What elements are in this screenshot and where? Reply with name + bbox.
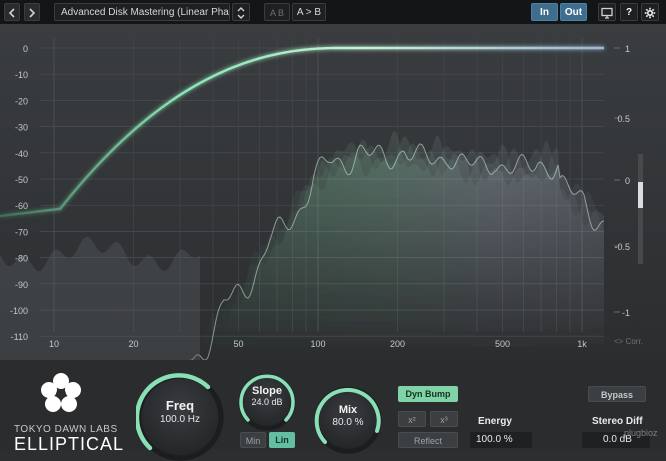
redo-button[interactable] xyxy=(24,3,40,21)
db-tick-label: -100 xyxy=(10,306,28,316)
corr-tick-label: 0.5 xyxy=(617,114,630,124)
chevron-updown-icon xyxy=(237,7,245,19)
corr-meter xyxy=(638,154,643,264)
corr-meter-level xyxy=(638,182,643,208)
energy-label: Energy xyxy=(478,416,512,427)
flower-logo-icon xyxy=(41,373,81,412)
db-tick-label: -50 xyxy=(15,175,28,185)
mix-knob[interactable]: Mix 80.0 % xyxy=(314,386,382,454)
help-button[interactable]: ? xyxy=(620,3,638,21)
db-tick-label: -110 xyxy=(11,332,28,342)
freq-tick-label: 50 xyxy=(234,339,244,349)
db-tick-label: -70 xyxy=(15,227,28,237)
min-phase-button[interactable]: Min xyxy=(240,432,266,448)
preset-selector[interactable]: Advanced Disk Mastering (Linear Phase) xyxy=(54,3,230,21)
freq-tick-label: 200 xyxy=(390,339,405,349)
db-tick-label: -90 xyxy=(15,280,28,290)
in-button[interactable]: In xyxy=(531,3,558,21)
freq-tick-label: 20 xyxy=(128,339,138,349)
corr-label: <> Corr. xyxy=(614,337,643,346)
db-tick-label: -20 xyxy=(15,96,28,106)
preset-stepper[interactable] xyxy=(232,3,250,21)
out-button[interactable]: Out xyxy=(560,3,587,21)
db-tick-label: 0 xyxy=(23,44,28,54)
toolbar: Advanced Disk Mastering (Linear Phase) A… xyxy=(0,0,666,24)
freq-knob[interactable]: Freq 100.0 Hz xyxy=(136,373,224,461)
freq-tick-label: 100 xyxy=(310,339,325,349)
ab-toggle-button[interactable]: A B xyxy=(264,3,290,21)
product-name: ELLIPTICAL xyxy=(14,434,125,454)
reflect-button[interactable]: Reflect xyxy=(398,432,458,448)
x2-button[interactable]: x² xyxy=(398,411,426,427)
freq-label: Freq xyxy=(165,398,195,413)
slope-value: 24.0 dB xyxy=(251,397,283,407)
energy-value: 100.0 % xyxy=(476,434,513,445)
monitor-icon xyxy=(601,7,613,19)
display-button[interactable] xyxy=(598,3,616,21)
arrow-left-icon xyxy=(8,8,15,18)
corr-tick-label: -0.5 xyxy=(614,242,630,252)
dyn-bump-button[interactable]: Dyn Bump xyxy=(398,386,458,402)
db-tick-label: -40 xyxy=(15,149,28,159)
lin-phase-button[interactable]: Lin xyxy=(269,432,295,448)
gear-icon xyxy=(644,7,656,19)
freq-tick-label: 500 xyxy=(495,339,510,349)
ab-copy-button[interactable]: A > B xyxy=(292,3,326,21)
db-tick-label: -30 xyxy=(15,123,28,133)
bypass-button[interactable]: Bypass xyxy=(588,386,646,402)
watermark: plugbioz xyxy=(624,428,658,438)
corr-tick-label: -1 xyxy=(622,308,630,318)
spectrum-display[interactable]: 0 -10 -20 -30 -40 -50 -60 -70 -80 -90 -100 -110 10 20… xyxy=(0,24,666,361)
db-tick-label: -10 xyxy=(15,70,28,80)
x3-button[interactable]: x³ xyxy=(430,411,458,427)
slope-label: Slope xyxy=(252,385,282,397)
corr-tick-label: 1 xyxy=(625,44,630,54)
db-tick-label: -60 xyxy=(15,201,28,211)
mix-label: Mix xyxy=(338,404,358,416)
corr-tick-label: 0 xyxy=(625,176,630,186)
energy-field[interactable]: 100.0 % xyxy=(470,432,532,448)
slope-knob[interactable]: Slope 24.0 dB xyxy=(238,373,296,431)
freq-tick-label: 1k xyxy=(577,339,587,349)
mix-value: 80.0 % xyxy=(332,417,364,428)
undo-button[interactable] xyxy=(4,3,20,21)
stereo-diff-label: Stereo Diff xyxy=(592,416,643,427)
freq-value: 100.0 Hz xyxy=(159,414,201,425)
settings-button[interactable] xyxy=(641,3,659,21)
freq-tick-label: 10 xyxy=(49,339,59,349)
arrow-right-icon xyxy=(29,8,36,18)
db-tick-label: -80 xyxy=(15,254,28,264)
spectrum-graph: 0-10-20-30-40-50-60-70-80-90-100-11010 20… xyxy=(0,24,666,361)
